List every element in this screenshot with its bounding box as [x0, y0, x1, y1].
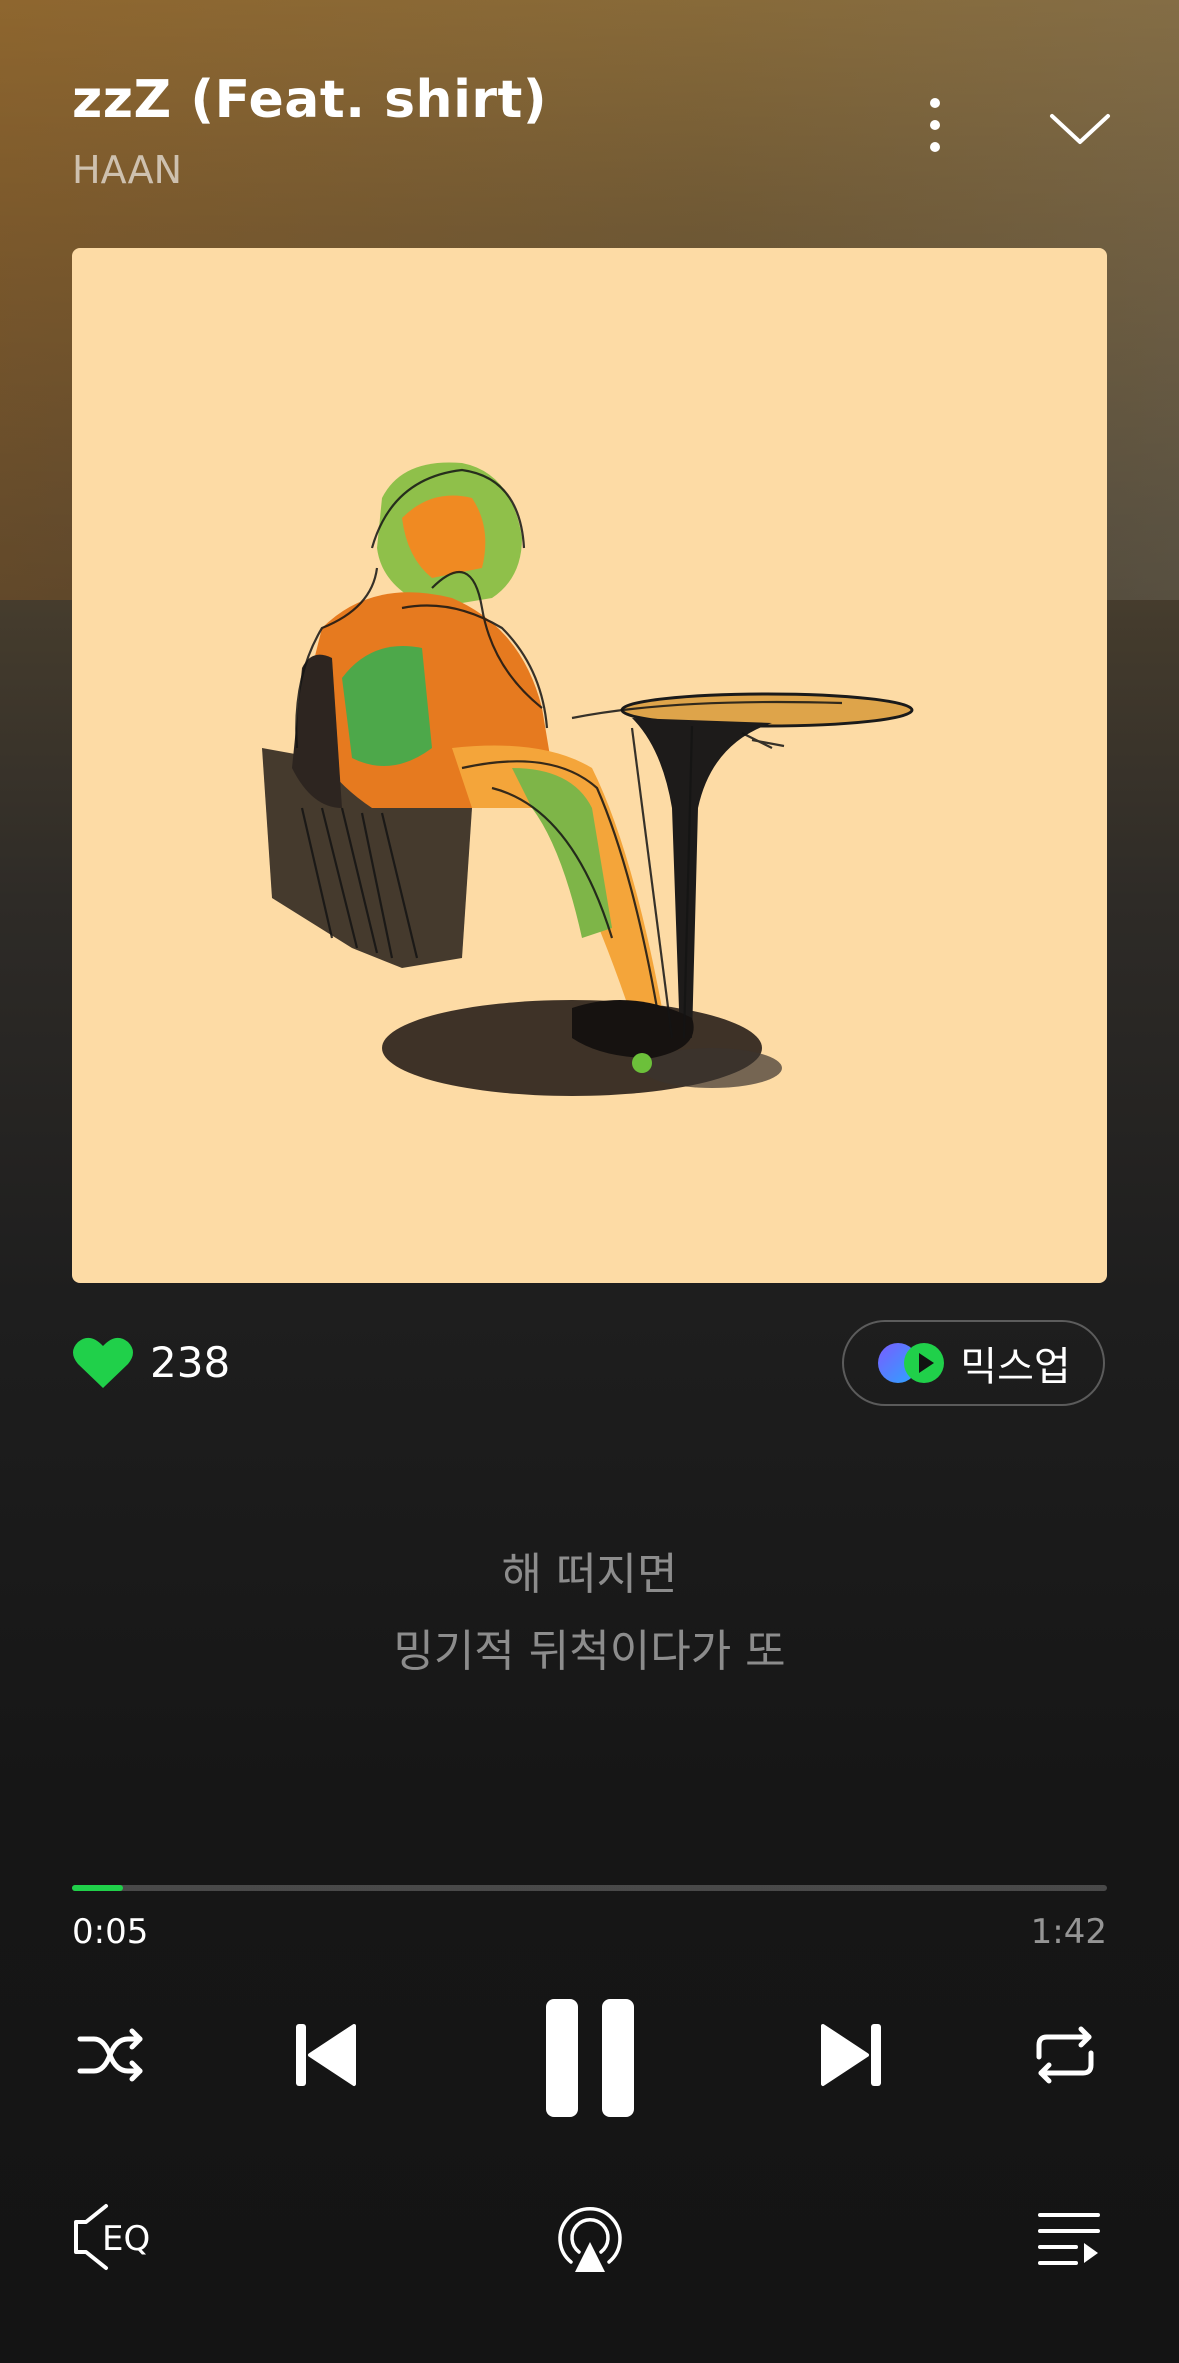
previous-icon: [296, 2024, 356, 2086]
pause-icon: [546, 1998, 634, 2117]
airplay-icon: [558, 2207, 622, 2272]
eq-speaker-icon: EQ: [74, 2204, 150, 2270]
collapse-player-button[interactable]: [1040, 95, 1120, 165]
album-illustration: [262, 462, 914, 1096]
next-button[interactable]: [812, 2015, 892, 2095]
like-section: 238: [72, 1330, 230, 1394]
like-count: 238: [150, 1337, 231, 1387]
mixup-label: 믹스업: [960, 1344, 1071, 1390]
repeat-button[interactable]: [1025, 2020, 1105, 2090]
playlist-button[interactable]: [1030, 2205, 1108, 2273]
eq-label: EQ: [102, 2219, 150, 2259]
playlist-icon: [1038, 2213, 1100, 2265]
chevron-down-icon: [1050, 114, 1110, 144]
more-vertical-icon: [930, 98, 940, 152]
repeat-icon: [1036, 2026, 1094, 2084]
current-time: 0:05: [72, 1912, 149, 1952]
mixup-button[interactable]: 믹스업: [842, 1320, 1105, 1406]
progress-bar[interactable]: [72, 1885, 1107, 1891]
total-time: 1:42: [1030, 1912, 1107, 1952]
next-icon: [821, 2024, 881, 2086]
more-options-button[interactable]: [905, 90, 965, 160]
lyrics-line-1[interactable]: 해 떠지면: [0, 1538, 1179, 1602]
album-art: [72, 248, 1107, 1283]
artist-name[interactable]: HAAN: [72, 148, 182, 192]
mixup-icon: [878, 1343, 945, 1383]
pause-button[interactable]: [535, 1995, 645, 2120]
progress-fill: [72, 1885, 123, 1891]
heart-icon[interactable]: [72, 1334, 134, 1390]
previous-button[interactable]: [285, 2015, 365, 2095]
shuffle-button[interactable]: [72, 2020, 152, 2090]
lyrics-line-2[interactable]: 밍기적 뒤척이다가 또: [0, 1615, 1179, 1679]
shuffle-icon: [77, 2028, 143, 2082]
airplay-button[interactable]: [550, 2200, 630, 2280]
eq-button[interactable]: EQ: [72, 2200, 162, 2274]
track-title: zzZ (Feat. shirt): [72, 70, 548, 130]
